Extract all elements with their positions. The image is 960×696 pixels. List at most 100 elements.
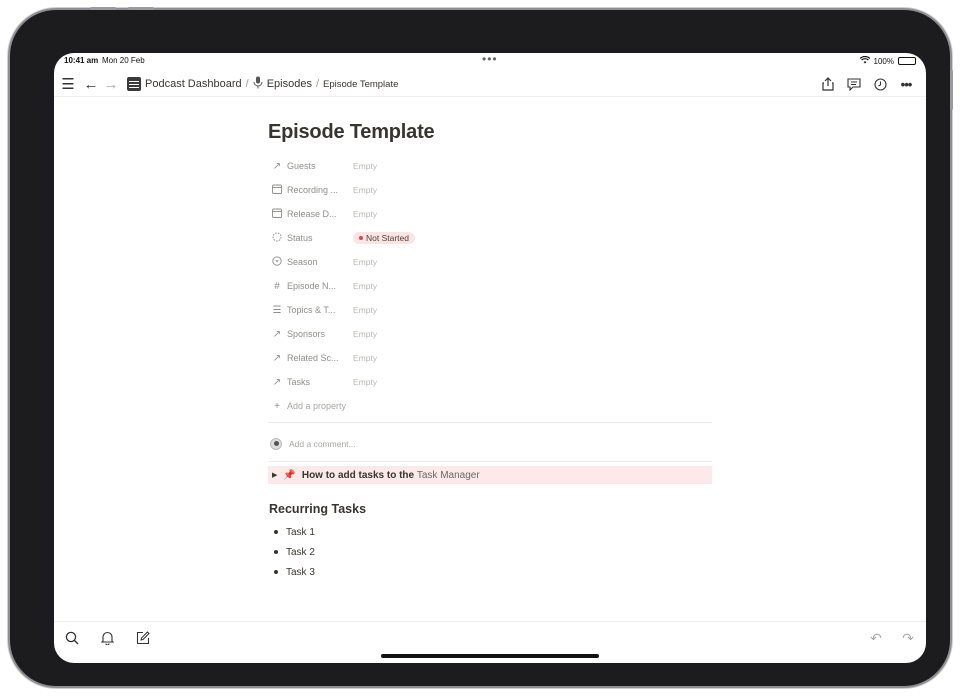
property-value[interactable]: Empty — [353, 209, 377, 219]
property-name: Season — [287, 257, 318, 267]
divider — [268, 422, 712, 423]
multitasking-dots-icon[interactable]: ••• — [482, 53, 498, 66]
clock-history-icon[interactable] — [870, 74, 890, 94]
compose-icon[interactable] — [133, 628, 153, 648]
property-row-related[interactable]: ↗ Related Sc... Empty — [268, 346, 712, 370]
property-value[interactable]: Empty — [353, 305, 377, 315]
bottom-toolbar: ↶ ↷ — [54, 621, 926, 663]
calendar-icon — [271, 208, 283, 221]
property-name: Release D... — [287, 209, 337, 219]
list-item[interactable]: Task 2 — [268, 542, 712, 562]
page-content: Episode Template ↗ Guests Empty Recordin… — [268, 121, 712, 582]
property-value[interactable]: Empty — [353, 353, 377, 363]
property-row-status[interactable]: Status Not Started — [268, 226, 712, 250]
section-heading[interactable]: Recurring Tasks — [269, 502, 712, 516]
menu-icon[interactable]: ☰ — [58, 74, 78, 94]
breadcrumb-separator: / — [315, 78, 320, 90]
property-value[interactable]: Empty — [353, 185, 377, 195]
property-name: Recording ... — [287, 185, 339, 195]
status-date: Mon 20 Feb — [102, 56, 145, 65]
toggle-block[interactable]: ▶ 📌 How to add tasks to the Task Manager — [268, 466, 712, 484]
list-item[interactable]: Task 1 — [268, 522, 712, 542]
property-row-tasks[interactable]: ↗ Tasks Empty — [268, 370, 712, 394]
forward-arrow-icon[interactable]: → — [101, 74, 121, 94]
comment-row[interactable]: Add a comment... — [268, 427, 712, 461]
relation-arrow-icon: ↗ — [272, 352, 282, 364]
property-row-sponsors[interactable]: ↗ Sponsors Empty — [268, 322, 712, 346]
property-value[interactable]: Empty — [353, 281, 377, 291]
list-item[interactable]: Task 3 — [268, 562, 712, 582]
volume-button — [90, 7, 116, 10]
property-row-season[interactable]: Season Empty — [268, 250, 712, 274]
toggle-text: How to add tasks to the Task Manager — [302, 470, 480, 481]
ipad-frame: 10:41 am Mon 20 Feb ••• 100% ☰ ← → Podca… — [10, 7, 953, 686]
dashboard-icon — [127, 77, 141, 91]
pushpin-icon: 📌 — [283, 469, 296, 481]
property-name: Tasks — [287, 377, 311, 387]
more-options-icon[interactable]: ••• — [896, 74, 916, 94]
back-arrow-icon[interactable]: ← — [81, 74, 101, 94]
calendar-icon — [271, 184, 283, 197]
status-value: Not Started — [366, 233, 409, 243]
wifi-icon — [859, 55, 870, 66]
property-value[interactable]: Empty — [353, 377, 377, 387]
property-value[interactable]: Empty — [353, 329, 377, 339]
relation-arrow-icon: ↗ — [272, 328, 282, 340]
toggle-text-main: How to add tasks to the — [301, 469, 415, 481]
property-row-recording-date[interactable]: Recording ... Empty — [268, 178, 712, 202]
task-manager-link[interactable]: Task Manager — [417, 470, 480, 481]
volume-button — [128, 7, 154, 10]
top-toolbar: ☰ ← → Podcast Dashboard / Episodes / Epi… — [54, 71, 926, 97]
battery-icon — [898, 57, 916, 65]
property-value[interactable]: Empty — [353, 257, 377, 267]
task-list: Task 1 Task 2 Task 3 — [268, 522, 712, 582]
comments-icon[interactable] — [844, 74, 864, 94]
relation-arrow-icon: ↗ — [272, 376, 282, 388]
share-icon[interactable] — [818, 74, 838, 94]
redo-icon[interactable]: ↷ — [898, 628, 918, 648]
property-row-episode-number[interactable]: # Episode N... Empty — [268, 274, 712, 298]
breadcrumb-separator: / — [245, 78, 249, 90]
property-name: Status — [287, 233, 313, 243]
property-name: Guests — [287, 161, 316, 171]
property-value[interactable]: Empty — [353, 161, 377, 171]
status-right: 100% — [859, 55, 916, 66]
property-row-topics[interactable]: ☰ Topics & T... Empty — [268, 298, 712, 322]
plus-icon: + — [274, 400, 280, 412]
status-badge[interactable]: Not Started — [353, 232, 415, 244]
breadcrumb-episodes[interactable]: Episodes — [267, 78, 312, 90]
comment-input[interactable]: Add a comment... — [289, 439, 356, 449]
undo-icon[interactable]: ↶ — [866, 628, 886, 648]
select-icon — [271, 255, 283, 269]
toggle-triangle-icon[interactable]: ▶ — [272, 471, 277, 479]
property-name: Sponsors — [287, 329, 326, 339]
relation-arrow-icon: ↗ — [272, 160, 282, 172]
page-title[interactable]: Episode Template — [268, 121, 712, 144]
status-icon — [271, 232, 283, 245]
bell-icon[interactable] — [97, 628, 117, 648]
breadcrumb: Podcast Dashboard / Episodes / Episode T… — [127, 76, 398, 92]
battery-percent: 100% — [873, 56, 894, 66]
property-name: Topics & T... — [287, 305, 336, 315]
home-indicator[interactable] — [381, 654, 599, 658]
property-name: Related Sc... — [287, 353, 339, 363]
status-bar: 10:41 am Mon 20 Feb ••• 100% — [54, 53, 926, 69]
status-time: 10:41 am — [64, 56, 99, 65]
property-row-release-date[interactable]: Release D... Empty — [268, 202, 712, 226]
hash-icon: # — [274, 280, 280, 292]
divider — [268, 461, 712, 462]
search-icon[interactable] — [62, 628, 82, 648]
status-dot — [359, 236, 363, 240]
avatar — [270, 438, 282, 450]
toolbar-right-actions: ••• — [818, 74, 916, 94]
properties-list: ↗ Guests Empty Recording ... Empty Relea… — [268, 154, 712, 418]
list-icon: ☰ — [272, 304, 282, 316]
property-name: Episode N... — [287, 281, 337, 291]
breadcrumb-current-page[interactable]: Episode Template — [323, 79, 398, 90]
breadcrumb-podcast-dashboard[interactable]: Podcast Dashboard — [145, 78, 242, 90]
add-property-label: Add a property — [287, 401, 347, 411]
screen: 10:41 am Mon 20 Feb ••• 100% ☰ ← → Podca… — [54, 53, 926, 663]
power-button — [950, 70, 953, 110]
property-row-guests[interactable]: ↗ Guests Empty — [268, 154, 712, 178]
add-property-button[interactable]: + Add a property — [268, 394, 712, 418]
